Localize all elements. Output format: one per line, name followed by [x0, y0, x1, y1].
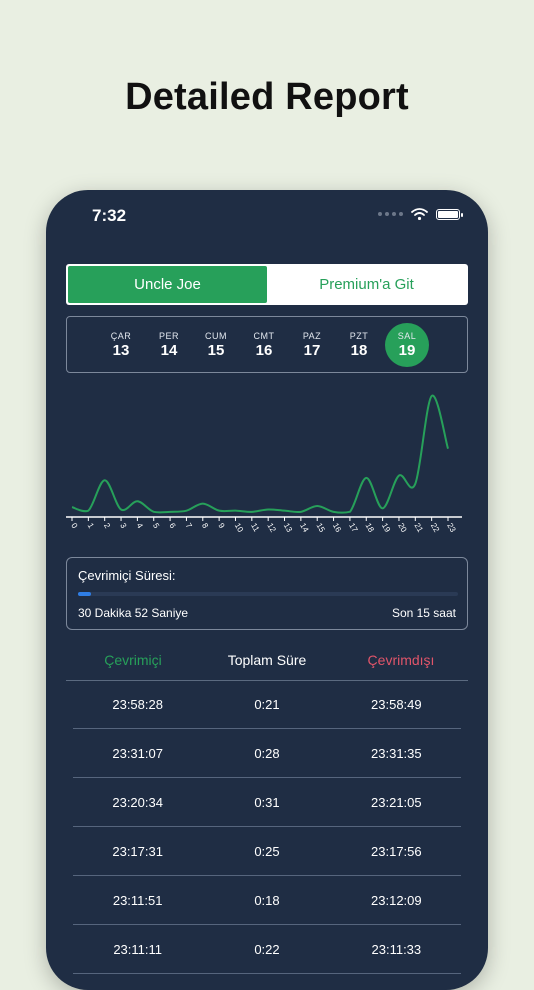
row-online-time: 23:17:31 [112, 843, 163, 859]
table-row: 23:31:07 0:28 23:31:35 [73, 729, 461, 778]
x-tick-label: 13 [282, 522, 295, 535]
row-offline-time: 23:17:56 [371, 843, 422, 859]
x-tick-label: 22 [429, 522, 442, 535]
x-tick-label: 20 [396, 522, 409, 535]
table-row: 23:58:28 0:21 23:58:49 [73, 680, 461, 729]
row-online-time: 23:11:51 [112, 892, 163, 908]
x-tick-label: 1 [86, 522, 96, 531]
online-duration-value: 30 Dakika 52 Saniye [78, 606, 189, 620]
table-row: 23:11:51 0:18 23:12:09 [73, 876, 461, 925]
online-duration-range: Son 15 saat [391, 606, 456, 620]
page-headline: Detailed Report [125, 76, 409, 118]
x-tick-label: 8 [200, 522, 210, 531]
phone-screen: 7:32 Uncle Joe Premium'a Git ÇAR 13 PER 14 C… [46, 190, 488, 990]
day-name: CUM [205, 331, 227, 341]
status-icons [378, 208, 463, 220]
header-online: Çevrimiçi [104, 652, 162, 668]
battery-icon [436, 208, 463, 220]
x-tick-label: 18 [364, 522, 377, 535]
day-name: PZT [349, 331, 369, 341]
row-total-time: 0:22 [254, 941, 280, 957]
day-selector: ÇAR 13 PER 14 CUM 15 CMT 16 PAZ 17 PZT 18 SAL 19 [66, 316, 468, 373]
online-duration-title: Çevrimiçi Süresi: [78, 568, 176, 583]
day-date: 16 [255, 342, 273, 359]
day-date: 13 [112, 342, 130, 359]
day-item[interactable]: ÇAR 13 [99, 323, 143, 367]
activity-chart: 0 1 2 3 4 5 6 7 8 9 10 11 12 13 14 15 16 17 18 19 20 21 22 23 [66, 394, 462, 535]
x-tick-label: 15 [314, 522, 327, 535]
row-offline-time: 23:11:33 [371, 941, 422, 957]
status-time: 7:32 [92, 206, 127, 225]
session-table: 23:58:28 0:21 23:58:49 23:31:07 0:28 23:31:35… [73, 680, 461, 974]
x-tick-label: 19 [380, 522, 393, 535]
x-tick-label: 23 [445, 522, 458, 535]
header-offline: Çevrimdışı [367, 652, 435, 668]
row-total-time: 0:21 [254, 696, 280, 712]
day-item[interactable]: CMT 16 [242, 323, 286, 367]
x-tick-label: 3 [118, 522, 128, 531]
row-total-time: 0:25 [254, 843, 280, 859]
signal-dots-icon [378, 212, 403, 216]
x-tick-label: 11 [249, 522, 261, 534]
day-name: SAL [397, 331, 417, 341]
day-item[interactable]: PER 14 [147, 323, 191, 367]
x-tick-label: 7 [184, 522, 194, 531]
table-row: 23:20:34 0:31 23:21:05 [73, 778, 461, 827]
day-item[interactable]: PZT 18 [337, 323, 381, 367]
row-total-time: 0:18 [254, 892, 280, 908]
day-item[interactable]: PAZ 17 [290, 323, 334, 367]
segment-uncle-joe[interactable]: Uncle Joe [68, 266, 267, 303]
x-tick-label: 6 [167, 522, 177, 531]
row-online-time: 23:20:34 [112, 794, 163, 810]
header-total: Toplam Süre [227, 652, 307, 668]
x-tick-label: 0 [69, 522, 79, 531]
row-online-time: 23:11:11 [113, 941, 162, 957]
x-tick-label: 14 [298, 522, 311, 535]
online-progress-fill [78, 592, 91, 596]
x-tick-label: 9 [216, 522, 226, 531]
day-name: ÇAR [110, 331, 132, 341]
row-total-time: 0:31 [254, 794, 280, 810]
row-total-time: 0:28 [254, 745, 280, 761]
row-online-time: 23:58:28 [112, 696, 163, 712]
table-header: Çevrimiçi Toplam Süre Çevrimdışı [66, 652, 468, 681]
row-offline-time: 23:21:05 [371, 794, 422, 810]
day-date: 18 [350, 342, 368, 359]
account-segment: Uncle Joe Premium'a Git [66, 264, 468, 305]
segment-premium[interactable]: Premium'a Git [267, 266, 466, 303]
day-item[interactable]: SAL 19 [385, 323, 429, 367]
table-row: 23:17:31 0:25 23:17:56 [73, 827, 461, 876]
x-tick-label: 5 [151, 522, 161, 531]
row-online-time: 23:31:07 [112, 745, 163, 761]
day-name: PAZ [302, 331, 322, 341]
wifi-icon [411, 208, 428, 220]
x-tick-label: 17 [347, 522, 360, 535]
online-duration-card: Çevrimiçi Süresi: 30 Dakika 52 Saniye So… [66, 557, 468, 630]
day-name: PER [158, 331, 179, 341]
x-tick-label: 2 [102, 522, 112, 531]
online-progress-track [78, 592, 458, 596]
x-tick-label: 16 [331, 522, 344, 535]
x-tick-label: 10 [233, 522, 246, 535]
day-date: 15 [207, 342, 225, 359]
row-offline-time: 23:31:35 [371, 745, 422, 761]
day-date: 19 [398, 342, 416, 359]
day-item[interactable]: CUM 15 [194, 323, 238, 367]
row-offline-time: 23:58:49 [371, 696, 422, 712]
x-tick-label: 4 [135, 522, 145, 531]
day-date: 14 [160, 342, 178, 359]
day-date: 17 [303, 342, 321, 359]
x-tick-label: 12 [265, 522, 278, 535]
day-name: CMT [253, 331, 275, 341]
activity-line [71, 394, 449, 514]
x-tick-label: 21 [413, 522, 426, 535]
row-offline-time: 23:12:09 [371, 892, 422, 908]
